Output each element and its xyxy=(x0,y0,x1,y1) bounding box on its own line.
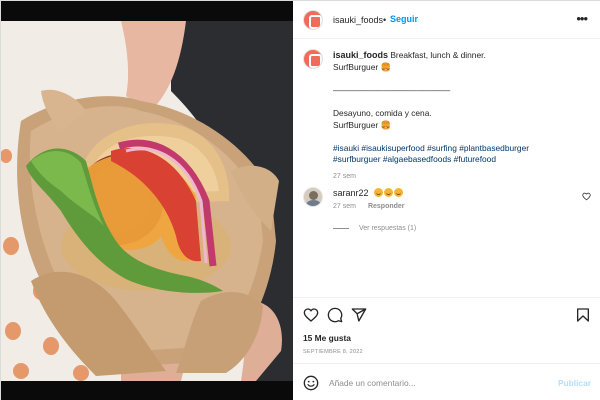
comment-emoji-icons xyxy=(373,188,404,198)
hashtag-link[interactable]: #futurefood xyxy=(454,154,496,164)
comment-item: saranr22 27 sem Responder Ver respuestas … xyxy=(303,184,593,232)
reply-button[interactable]: Responder xyxy=(368,203,405,210)
caption-line-1: isauki_foods Breakfast, lunch & dinner. xyxy=(333,50,588,62)
comment-like-heart-icon[interactable] xyxy=(582,192,591,201)
hashtag-link[interactable]: #algaebasedfoods xyxy=(383,154,451,164)
caption-line-es: Desayuno, comida y cena. xyxy=(333,107,432,118)
caption-timestamp[interactable]: 27 sem xyxy=(333,171,588,183)
post-actions-section: 15 Me gusta SEPTIEMBRE 8, 2022 Publicar xyxy=(293,297,600,400)
view-replies-link[interactable]: Ver respuestas (1) xyxy=(333,225,416,232)
caption-text-en: Breakfast, lunch & dinner. xyxy=(390,50,486,60)
follow-button[interactable]: Seguir xyxy=(390,14,418,24)
caption-author[interactable]: isauki_foods xyxy=(333,50,388,60)
more-options-icon[interactable]: ••• xyxy=(576,11,588,26)
bookmark-icon[interactable] xyxy=(575,307,591,323)
publish-button[interactable]: Publicar xyxy=(558,378,591,388)
comment-meta: 27 sem Responder xyxy=(333,203,405,210)
isauki-logo-icon[interactable] xyxy=(303,10,323,30)
caption-gap xyxy=(333,131,588,143)
hashtag-link[interactable]: #isaukisuperfood xyxy=(361,143,424,153)
caption-divider: —————————————— xyxy=(333,84,451,95)
caption-gap xyxy=(333,73,588,85)
caption-avatar-icon[interactable] xyxy=(303,49,323,69)
heart-icon[interactable] xyxy=(303,307,319,323)
caption-line-es-2: SurfBurguer 🍔 xyxy=(333,119,391,130)
hashtag-link[interactable]: #surfing xyxy=(427,143,457,153)
comment-text: saranr22 xyxy=(333,188,404,198)
instagram-post-modal: isauki_foods • Seguir ••• isauki_foods B… xyxy=(0,0,600,400)
caption-and-comments: isauki_foods Breakfast, lunch & dinner. … xyxy=(293,39,600,297)
comment-input[interactable] xyxy=(329,374,539,392)
add-comment-bar: Publicar xyxy=(293,363,600,400)
smiling-face-icon xyxy=(373,188,383,197)
commenter-avatar[interactable] xyxy=(303,187,323,207)
burger-photo xyxy=(1,1,293,400)
comment-icon[interactable] xyxy=(327,307,343,323)
smiling-face-icon xyxy=(383,188,393,197)
hashtag-link[interactable]: #plantbasedburger xyxy=(459,143,529,153)
view-replies-label: Ver respuestas (1) xyxy=(359,225,417,232)
post-details-panel: isauki_foods • Seguir ••• isauki_foods B… xyxy=(293,1,600,400)
post-header: isauki_foods • Seguir ••• xyxy=(293,1,600,39)
hashtags-line-2: #surfburguer #algaebasedfoods #futurefoo… xyxy=(333,154,588,166)
smiley-face-icon[interactable] xyxy=(303,375,319,391)
post-caption: isauki_foods Breakfast, lunch & dinner. … xyxy=(333,50,588,183)
smiling-face-icon xyxy=(393,188,403,197)
hashtags-line-1: #isauki #isaukisuperfood #surfing #plant… xyxy=(333,143,588,155)
commenter-username[interactable]: saranr22 xyxy=(333,188,369,198)
paper-plane-icon[interactable] xyxy=(351,307,367,323)
replies-divider xyxy=(333,227,349,229)
comment-timestamp[interactable]: 27 sem xyxy=(333,203,356,210)
hashtag-link[interactable]: #isauki xyxy=(333,143,359,153)
header-username[interactable]: isauki_foods xyxy=(333,15,383,25)
likes-count[interactable]: 15 Me gusta xyxy=(303,333,351,343)
caption-line-2: SurfBurguer 🍔 xyxy=(333,61,391,72)
post-date[interactable]: SEPTIEMBRE 8, 2022 xyxy=(303,349,363,355)
caption-gap xyxy=(333,96,588,108)
hashtag-link[interactable]: #surfburguer xyxy=(333,154,381,164)
separator-dot: • xyxy=(383,15,387,25)
post-image[interactable] xyxy=(1,1,293,400)
